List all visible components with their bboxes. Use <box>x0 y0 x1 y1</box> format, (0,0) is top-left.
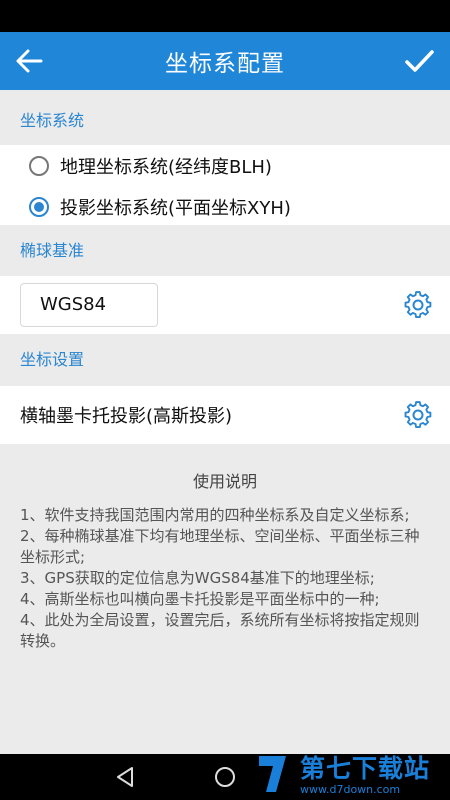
status-bar <box>0 0 450 32</box>
watermark-url: www.d7down.com <box>300 783 401 796</box>
section-header-coordinate-settings: 坐标设置 <box>0 334 450 386</box>
app-bar: 坐标系配置 <box>0 32 450 90</box>
radio-button-selected[interactable] <box>29 197 49 217</box>
arrow-left-icon[interactable] <box>14 46 44 76</box>
section-header-coordinate-system: 坐标系统 <box>0 95 450 147</box>
gear-icon[interactable] <box>404 291 432 319</box>
nav-back-icon[interactable] <box>113 765 137 789</box>
instruction-line: 1、软件支持我国范围内常用的四种坐标系及自定义坐标系; <box>20 506 410 524</box>
watermark-logo <box>259 756 286 792</box>
instruction-line: 4、高斯坐标也叫横向墨卡托投影是平面坐标中的一种; <box>20 590 380 608</box>
ellipsoid-field[interactable]: WGS84 <box>20 283 158 327</box>
instruction-line: 4、此处为全局设置，设置完后，系统所有坐标将按指定规则转换。 <box>20 611 420 650</box>
check-icon[interactable] <box>402 44 436 78</box>
instructions-text: 1、软件支持我国范围内常用的四种坐标系及自定义坐标系; 2、每种椭球基准下均有地… <box>20 505 432 652</box>
watermark-name: 第七下载站 <box>300 754 431 783</box>
nav-home-icon[interactable] <box>213 765 237 789</box>
coordinate-system-group: 地理坐标系统(经纬度BLH) 投影坐标系统(平面坐标XYH) <box>0 145 450 228</box>
radio-button[interactable] <box>29 156 49 176</box>
radio-label-projected: 投影坐标系统(平面坐标XYH) <box>60 198 291 219</box>
instruction-line: 2、每种椭球基准下均有地理坐标、空间坐标、平面坐标三种坐标形式; <box>20 527 420 566</box>
instructions-title: 使用说明 <box>192 472 257 491</box>
projection-label: 横轴墨卡托投影(高斯投影) <box>20 406 233 427</box>
page-title: 坐标系配置 <box>165 51 285 77</box>
instruction-line: 3、GPS获取的定位信息为WGS84基准下的地理坐标; <box>20 569 375 587</box>
radio-projected[interactable]: 投影坐标系统(平面坐标XYH) <box>0 186 450 228</box>
section-header-ellipsoid: 椭球基准 <box>0 225 450 277</box>
radio-label-geographic: 地理坐标系统(经纬度BLH) <box>60 157 272 178</box>
gear-icon[interactable] <box>404 401 432 429</box>
radio-geographic[interactable]: 地理坐标系统(经纬度BLH) <box>0 145 450 187</box>
